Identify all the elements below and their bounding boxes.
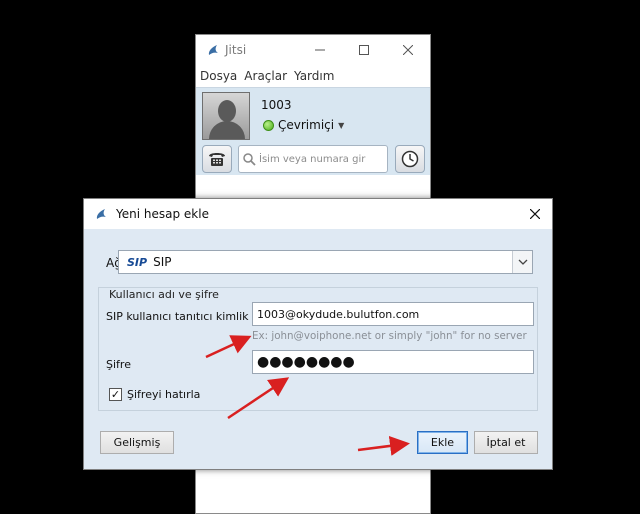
search-input[interactable]: İsim veya numara gir [238,145,388,173]
remember-password-label: Şifreyi hatırla [127,388,201,401]
new-account-dialog: Yeni hesap ekle Ağ SIP SIP Kullanıcı adı… [83,198,553,470]
password-label: Şifre [106,358,131,371]
search-placeholder: İsim veya numara gir [259,153,366,165]
cancel-button[interactable]: İptal et [474,431,538,454]
add-button[interactable]: Ekle [417,431,468,454]
remember-password-checkbox[interactable]: ✓ [109,388,122,401]
online-status-icon [263,119,274,131]
dialog-title: Yeni hesap ekle [116,207,209,221]
chevron-down-icon: ▼ [338,120,345,130]
main-window-title: Jitsi [225,43,247,57]
phone-icon [209,153,225,166]
account-number: 1003 [261,98,292,112]
search-icon [243,152,256,166]
menu-bar: Dosya Araçlar Yardım [196,65,430,87]
username-label: SIP kullanıcı tanıtıcı kimlik [106,310,249,323]
chevron-down-icon[interactable] [512,251,532,273]
minimize-icon [315,49,325,51]
maximize-button[interactable] [342,35,386,65]
dialog-close-button[interactable] [518,199,552,229]
minimize-button[interactable] [298,35,342,65]
jitsi-app-icon [96,209,106,219]
close-icon [530,209,540,219]
dialog-body: Ağ SIP SIP Kullanıcı adı ve şifre SIP ku… [84,229,552,469]
maximize-icon [359,45,369,55]
close-button[interactable] [386,35,430,65]
remember-password-row[interactable]: ✓ Şifreyi hatırla [109,388,200,401]
clock-icon [401,150,419,168]
sip-logo: SIP [127,255,148,269]
menu-help[interactable]: Yardım [294,69,334,83]
dialog-titlebar: Yeni hesap ekle [84,199,552,229]
status-label: Çevrimiçi [278,118,335,132]
close-icon [403,45,413,55]
menu-file[interactable]: Dosya [200,69,237,83]
network-select[interactable]: SIP SIP [118,250,533,274]
advanced-button[interactable]: Gelişmiş [100,431,174,454]
username-hint: Ex: john@voiphone.net or simply "john" f… [252,330,527,342]
credentials-group-title: Kullanıcı adı ve şifre [109,288,219,301]
network-value: SIP [153,255,172,269]
username-field[interactable]: 1003@okydude.bulutfon.com [252,302,534,326]
call-history-button[interactable] [395,145,425,173]
menu-tools[interactable]: Araçlar [244,69,287,83]
main-titlebar: Jitsi [196,35,430,65]
avatar[interactable] [202,92,250,140]
status-selector[interactable]: Çevrimiçi ▼ [263,118,344,132]
password-field[interactable]: ●●●●●●●● [252,350,534,374]
dial-button[interactable] [202,145,232,173]
profile-panel: 1003 Çevrimiçi ▼ İsim veya numara gir [196,87,430,175]
jitsi-app-icon [208,45,218,55]
credentials-group: Kullanıcı adı ve şifre SIP kullanıcı tan… [98,287,538,411]
